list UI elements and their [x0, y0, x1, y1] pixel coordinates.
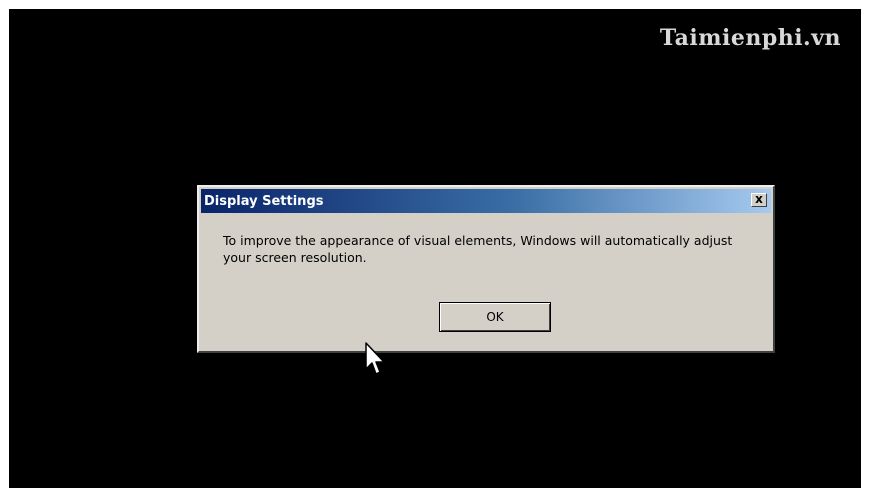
dialog-title: Display Settings [204, 193, 324, 209]
mouse-pointer-icon [365, 342, 385, 375]
display-settings-dialog: Display Settings x To improve the appear… [197, 185, 775, 353]
close-icon: x [755, 192, 763, 206]
ok-button[interactable]: OK [439, 302, 551, 332]
close-button[interactable]: x [751, 193, 767, 207]
watermark-logo: Taimienphi.vn [659, 25, 841, 51]
dialog-message: To improve the appearance of visual elem… [223, 233, 733, 265]
dialog-titlebar[interactable]: Display Settings x [201, 189, 771, 213]
desktop-screen: Taimienphi.vn Display Settings x To impr… [9, 9, 861, 488]
